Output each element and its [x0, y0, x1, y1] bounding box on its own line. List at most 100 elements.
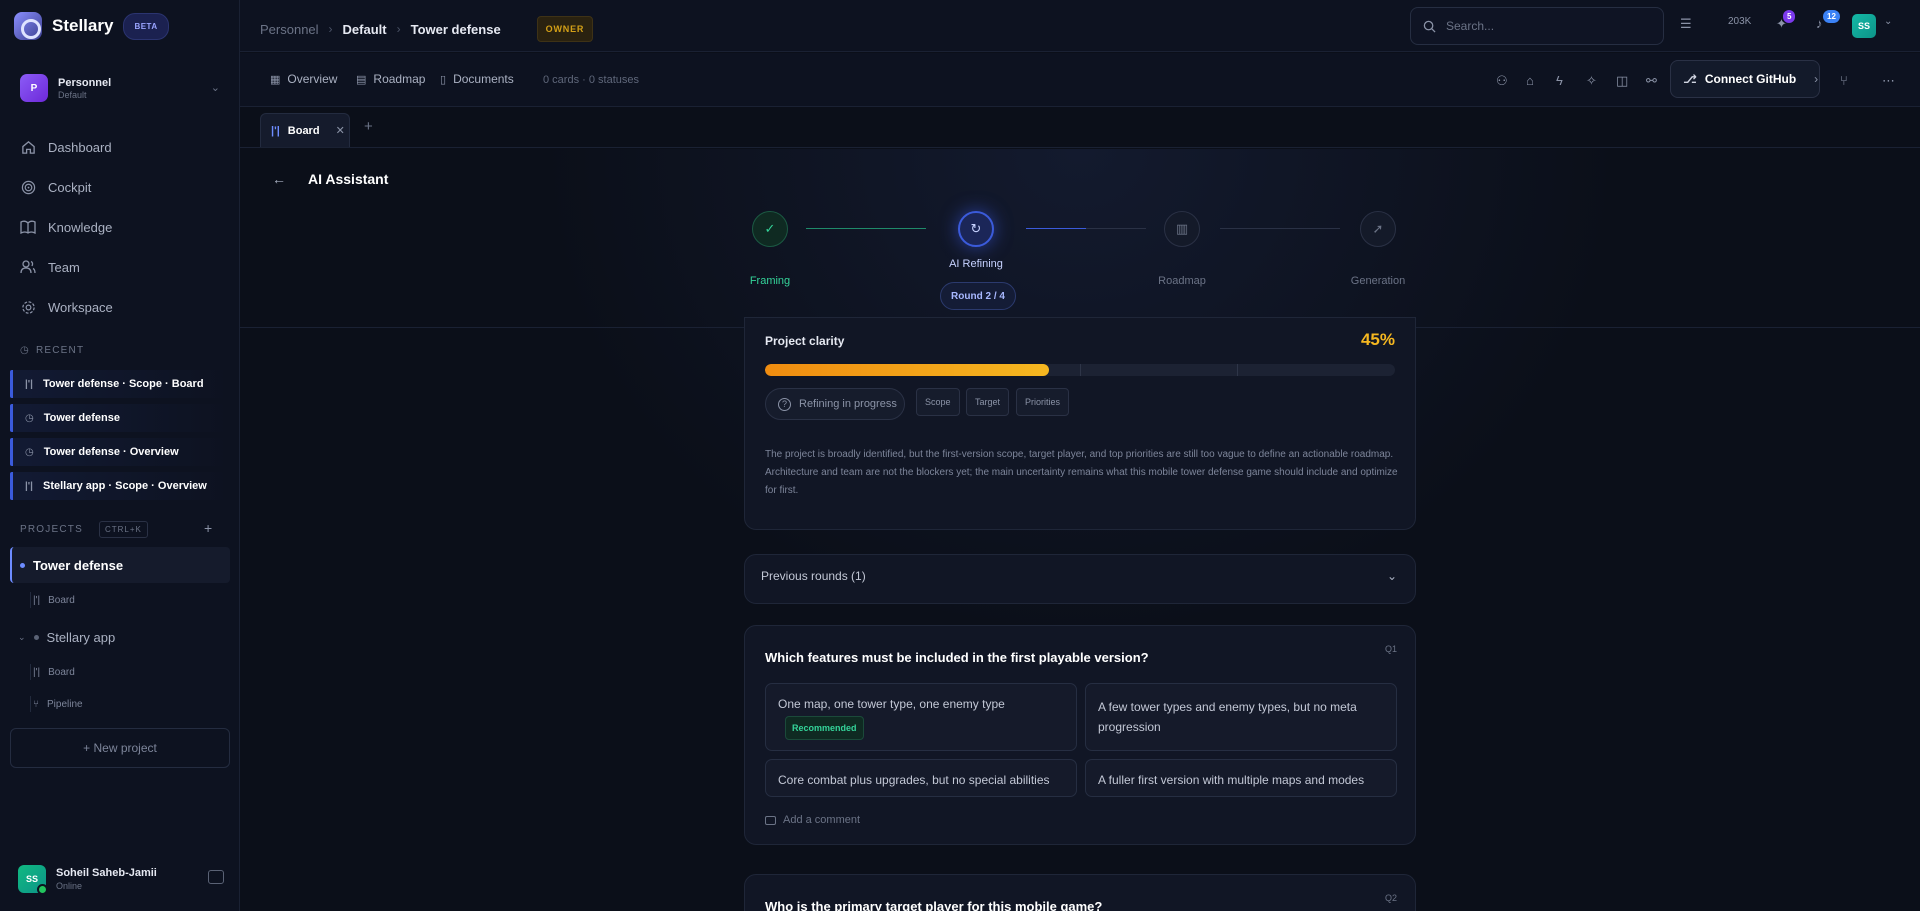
- lightning-icon[interactable]: ϟ: [1556, 73, 1563, 88]
- tag-icon[interactable]: ⌂: [1526, 73, 1534, 88]
- token-count: 203K: [1728, 16, 1752, 27]
- tab-documents[interactable]: ▯ Documents: [440, 72, 514, 86]
- nav-workspace[interactable]: Workspace: [20, 297, 113, 317]
- back-arrow-icon[interactable]: ←: [272, 171, 286, 187]
- owner-badge: OWNER: [536, 16, 594, 42]
- project-sub-board[interactable]: |'| Board: [30, 592, 75, 608]
- tab-board[interactable]: |'| Board ✕: [260, 113, 350, 147]
- breadcrumb-personnel[interactable]: Personnel: [260, 22, 319, 37]
- tab-overview[interactable]: ▦ Overview: [270, 72, 337, 86]
- brand-name: Stellary: [52, 16, 114, 35]
- nav-workspace-label: Workspace: [48, 299, 113, 315]
- members-icon[interactable]: ⚇: [1496, 73, 1508, 89]
- nav-dashboard-label: Dashboard: [48, 139, 112, 155]
- refresh-icon: ↻: [958, 211, 994, 247]
- previous-rounds-label: Previous rounds (1): [761, 569, 866, 583]
- recent-item[interactable]: ◷ Tower defense: [10, 404, 230, 432]
- board-stats: 0 cards · 0 statuses: [543, 74, 639, 86]
- brand[interactable]: Stellary BETA: [14, 12, 169, 40]
- magic-icon[interactable]: ✧: [1586, 73, 1597, 89]
- user-profile[interactable]: SS Soheil Saheb-Jamii Online: [18, 865, 157, 895]
- bell-icon[interactable]: ♪: [1816, 16, 1823, 31]
- step-roadmap: Roadmap: [1158, 275, 1206, 287]
- search-input[interactable]: Search...: [1410, 7, 1664, 45]
- previous-rounds-accordion[interactable]: Previous rounds (1) ⌄: [744, 554, 1416, 604]
- tab-roadmap[interactable]: ▤ Roadmap: [356, 72, 425, 86]
- nav-team-label: Team: [48, 259, 80, 275]
- step-generation: Generation: [1350, 275, 1406, 287]
- breadcrumb-default[interactable]: Default: [343, 22, 387, 37]
- workspace-name: Personnel: [58, 76, 112, 89]
- branch-icon[interactable]: ⑂: [1840, 73, 1848, 88]
- add-project-icon[interactable]: +: [204, 520, 212, 536]
- map-icon: ▥: [1164, 211, 1200, 247]
- search-placeholder: Search...: [1446, 19, 1495, 33]
- question-card: Which features must be included in the f…: [744, 625, 1416, 845]
- project-sub-board[interactable]: |'| Board: [30, 664, 75, 680]
- question-number: Q1: [1384, 644, 1397, 654]
- document-icon: ▯: [440, 73, 447, 86]
- tag-priorities: Priorities: [1016, 388, 1070, 416]
- option-card[interactable]: One map, one tower type, one enemy type …: [765, 683, 1077, 751]
- book-icon[interactable]: ◫: [1616, 73, 1628, 89]
- tab-overview-label: Overview: [287, 72, 338, 86]
- map-icon: ▤: [356, 73, 367, 86]
- recent-item-label: Tower defense: [43, 412, 120, 424]
- chevron-down-icon: ⌄: [18, 631, 26, 642]
- document-tabbar: |'| Board ✕ +: [240, 108, 1920, 148]
- add-comment-label: Add a comment: [783, 814, 861, 826]
- add-tab-button[interactable]: +: [364, 118, 373, 135]
- recent-item[interactable]: |'| Stellary app · Scope · Overview: [10, 472, 230, 500]
- workflow-icon[interactable]: ⚯: [1646, 73, 1657, 89]
- breadcrumb-project[interactable]: Tower defense: [411, 22, 501, 37]
- gear-icon: [20, 299, 36, 315]
- board-icon: |'|: [25, 378, 33, 390]
- recent-item[interactable]: |'| Tower defense · Scope · Board: [10, 370, 230, 398]
- refining-status: ? Refining in progress: [765, 388, 905, 420]
- clock-icon: ◷: [25, 412, 34, 424]
- projects-section-label: PROJECTS CTRL+K: [20, 521, 148, 538]
- clarity-title: Project clarity: [765, 334, 845, 348]
- nav-team[interactable]: Team: [20, 257, 80, 277]
- chevron-down-icon[interactable]: ⌄: [1884, 16, 1892, 27]
- nav-cockpit[interactable]: Cockpit: [20, 177, 91, 197]
- project-tower-defense[interactable]: Tower defense: [10, 547, 230, 583]
- option-card[interactable]: A fuller first version with multiple map…: [1085, 759, 1397, 797]
- question-title: Which features must be included in the f…: [765, 650, 1149, 665]
- nav-cockpit-label: Cockpit: [48, 179, 92, 195]
- user-status: Online: [56, 881, 83, 891]
- project-sub-pipeline[interactable]: ⑂ Pipeline: [30, 696, 83, 712]
- clarity-description: The project is broadly identified, but t…: [765, 449, 1398, 496]
- add-comment-button[interactable]: Add a comment: [765, 814, 860, 826]
- avatar[interactable]: SS: [1852, 14, 1876, 38]
- close-icon[interactable]: ✕: [336, 124, 345, 137]
- recent-item-label: Stellary app · Scope · Overview: [42, 480, 207, 492]
- tab-documents-label: Documents: [453, 72, 514, 86]
- tag-target: Target: [966, 388, 1010, 416]
- breadcrumb: Personnel › Default › Tower defense OWNE…: [260, 16, 594, 42]
- option-label: A few tower types and enemy types, but n…: [1098, 700, 1357, 734]
- refining-status-label: Refining in progress: [799, 398, 897, 410]
- clarity-progress-fill: [765, 364, 1049, 376]
- projects-label-text: PROJECTS: [20, 524, 83, 535]
- recent-item-label: Tower defense · Overview: [43, 446, 179, 458]
- target-icon: [20, 179, 36, 195]
- project-stellary-app[interactable]: ⌄ Stellary app: [10, 619, 230, 655]
- nav-knowledge[interactable]: Knowledge: [20, 217, 112, 237]
- dot-icon: [33, 634, 39, 640]
- nav-dashboard[interactable]: Dashboard: [20, 137, 112, 157]
- connect-github-button[interactable]: ⎇ Connect GitHub ›: [1670, 60, 1820, 98]
- sliders-icon[interactable]: ☰: [1680, 16, 1692, 32]
- chevron-right-icon: ›: [328, 22, 333, 36]
- comment-icon: [765, 815, 776, 825]
- workspace-switcher[interactable]: P Personnel Default ⌄: [20, 73, 220, 103]
- option-card[interactable]: A few tower types and enemy types, but n…: [1085, 683, 1397, 751]
- sidebar-collapse-icon[interactable]: [208, 870, 224, 884]
- more-icon[interactable]: ⋯: [1882, 73, 1895, 89]
- recent-item[interactable]: ◷ Tower defense · Overview: [10, 438, 230, 466]
- question-number: Q2: [1384, 893, 1397, 903]
- option-card[interactable]: Core combat plus upgrades, but no specia…: [765, 759, 1077, 797]
- new-project-button[interactable]: + New project: [10, 728, 230, 768]
- github-icon: ⎇: [1683, 72, 1697, 86]
- question-title: Who is the primary target player for thi…: [765, 899, 1103, 911]
